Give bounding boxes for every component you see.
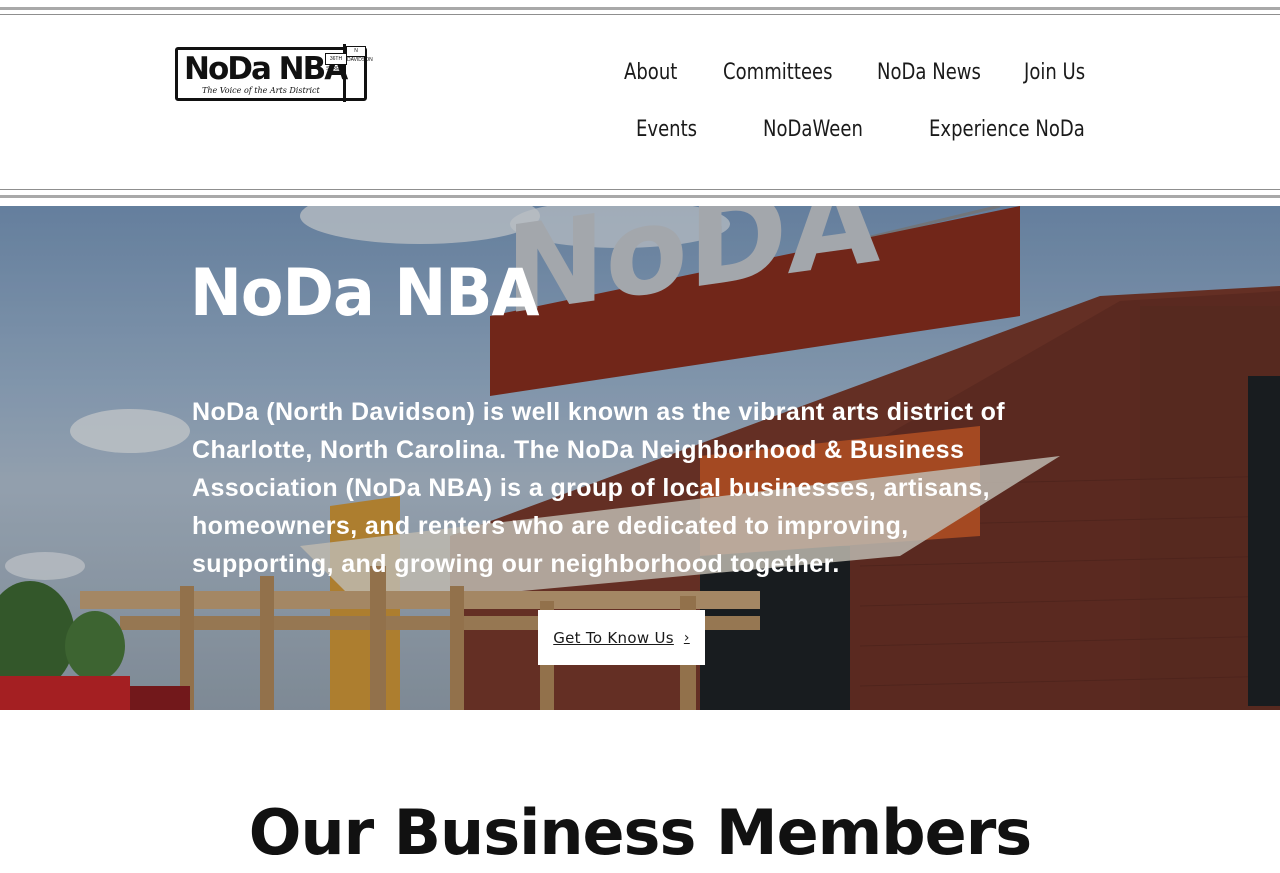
nav-events[interactable]: Events xyxy=(636,117,697,143)
logo-street-sign: 36TH STREET xyxy=(325,53,347,72)
cta-label: Get To Know Us xyxy=(553,628,674,647)
hero-banner: NoDA NoDa NBA NoDa (North Davidson) is w… xyxy=(0,206,1280,710)
chevron-right-icon: › xyxy=(683,629,690,646)
logo-street-sign-2: N DAVIDSON xyxy=(346,46,373,63)
nav-nodaween[interactable]: NoDaWeen xyxy=(763,117,863,143)
nav-join-us[interactable]: Join Us xyxy=(1024,60,1085,86)
section-title: Our Business Members xyxy=(248,796,1032,870)
site-logo[interactable]: NoDa NBA The Voice of the Arts District … xyxy=(175,44,373,102)
logo-tagline: The Voice of the Arts District xyxy=(202,86,320,95)
logo-wordmark: NoDa NBA xyxy=(184,51,348,87)
nav-about[interactable]: About xyxy=(624,60,677,86)
nav-experience-noda[interactable]: Experience NoDa xyxy=(929,117,1085,143)
top-rule-thin xyxy=(0,14,1280,15)
header-bottom-rule xyxy=(0,195,1280,198)
nav-noda-news[interactable]: NoDa News xyxy=(877,60,981,86)
top-rule xyxy=(0,7,1280,10)
get-to-know-us-button[interactable]: Get To Know Us › xyxy=(538,610,705,665)
header-bottom-rule-thin xyxy=(0,189,1280,190)
hero-title: NoDa NBA xyxy=(190,254,539,331)
hero-description: NoDa (North Davidson) is well known as t… xyxy=(192,398,1006,578)
nav-committees[interactable]: Committees xyxy=(723,60,833,86)
